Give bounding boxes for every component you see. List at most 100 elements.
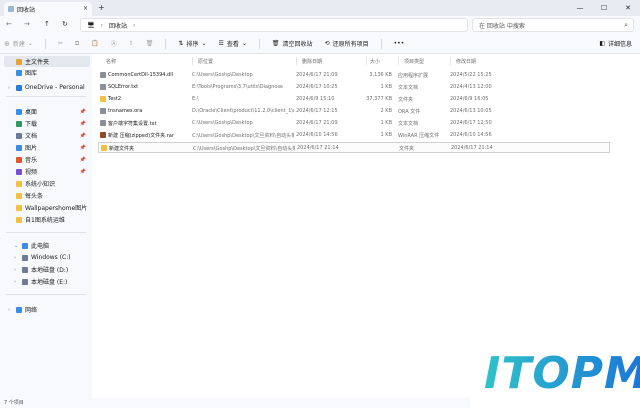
table-row[interactable]: tnsnames.ora D:\Oracle\Client\product\11.… <box>98 106 610 117</box>
copy-icon[interactable]: ⧉ <box>75 40 79 48</box>
breadcrumb-separator: › <box>100 21 104 29</box>
sidebar-item[interactable]: › OneDrive - Personal <box>4 82 90 93</box>
pin-icon[interactable]: 📌 <box>80 109 86 115</box>
column-divider[interactable] <box>450 57 451 65</box>
sidebar-item[interactable]: 音乐 📌 <box>4 154 90 165</box>
chevron-down-icon[interactable]: ⌄ <box>14 243 19 249</box>
column-divider[interactable] <box>192 57 193 65</box>
sidebar-item[interactable]: 下载 📌 <box>4 118 90 129</box>
view-button[interactable]: ☰ 查看 ⌄ <box>218 39 246 48</box>
column-header-item-type[interactable]: 项目类型 <box>404 58 424 65</box>
cut-icon[interactable]: ✂ <box>58 40 63 47</box>
sidebar-item[interactable]: 自1图系统运维 <box>4 214 90 225</box>
delete-icon[interactable]: 🗑 <box>146 40 154 47</box>
sidebar-item[interactable]: 视频 📌 <box>4 166 90 177</box>
pin-icon[interactable]: 📌 <box>80 121 86 127</box>
chevron-right-icon[interactable]: › <box>14 279 19 285</box>
sidebar-item[interactable]: 文档 📌 <box>4 130 90 141</box>
drive-icon <box>22 266 28 273</box>
navigation-pane: 主文件夹 图库 › OneDrive - Personal 桌面 📌 下载 📌 文档 📌 图片 📌 音乐… <box>0 54 92 398</box>
pin-icon[interactable]: 📌 <box>80 157 86 163</box>
share-icon[interactable]: ⇪ <box>129 40 134 47</box>
new-button[interactable]: ⊕ 新建 ⌄ <box>4 39 33 49</box>
column-header-date-deleted[interactable]: 删除日期 <box>302 58 322 65</box>
gallery-icon <box>16 69 22 76</box>
pc-icon: 🖥 <box>87 21 95 29</box>
toolbar-divider <box>258 38 260 49</box>
pin-icon[interactable]: 📌 <box>80 145 86 151</box>
sidebar-item[interactable]: Wallpapershome图片 <box>4 202 90 213</box>
recycle-bin-icon <box>8 6 14 12</box>
sidebar-item-label: 自1图系统运维 <box>25 217 65 224</box>
sidebar-item[interactable]: 主文件夹 <box>4 56 90 67</box>
sidebar-item[interactable]: 每头条 <box>4 190 90 201</box>
cell-size: 37,377 KB <box>366 96 392 102</box>
column-header-date-modified[interactable]: 修改日期 <box>456 58 476 65</box>
refresh-button[interactable]: ↻ <box>62 20 68 28</box>
sidebar-item[interactable]: 系统小知识 <box>4 178 90 189</box>
maximize-button[interactable]: ☐ <box>592 0 616 16</box>
search-input[interactable]: 在 回收站 中搜索 ⌕ <box>472 18 634 32</box>
close-button[interactable]: ✕ <box>616 0 640 16</box>
paste-icon[interactable]: 📋 <box>91 40 98 47</box>
toolbar-divider <box>165 38 167 49</box>
column-header-name[interactable]: 名称 <box>106 58 116 65</box>
table-row[interactable]: 新建 压缩(zipped)文件夹.rar C:\Users\Goshp\Deskt… <box>98 130 610 141</box>
breadcrumb-more[interactable]: › <box>133 22 135 29</box>
column-divider[interactable] <box>296 57 297 65</box>
tab-close-icon[interactable]: × <box>83 5 88 12</box>
restore-all-button[interactable]: ⟲ 还原所有项目 <box>325 39 369 48</box>
breadcrumb-item[interactable]: 回收站 <box>109 21 127 30</box>
chevron-right-icon[interactable]: › <box>14 255 19 261</box>
sidebar-item[interactable]: 图库 <box>4 67 90 78</box>
minimize-button[interactable]: — <box>568 0 592 16</box>
chevron-right-icon[interactable]: › <box>14 267 19 273</box>
column-divider[interactable] <box>366 57 367 65</box>
sidebar-item[interactable]: ⌄ 此电脑 <box>10 240 96 251</box>
new-tab-button[interactable]: + <box>98 3 105 12</box>
chevron-right-icon[interactable]: › <box>8 307 13 313</box>
sidebar-item[interactable]: › Windows (C:) <box>10 252 96 263</box>
drive-icon <box>22 278 28 285</box>
column-divider[interactable] <box>398 57 399 65</box>
chevron-down-icon: ⌄ <box>27 40 33 47</box>
cell-location: E:\Tools\Programs\3.7\utils\Diagnose <box>192 84 284 90</box>
rename-icon[interactable]: Ⓐ <box>111 39 117 48</box>
table-row[interactable]: SQLError.txt E:\Tools\Programs\3.7\utils\… <box>98 82 610 93</box>
tab-recycle-bin[interactable]: 回收站 × <box>4 2 92 16</box>
sidebar-item[interactable]: 图片 📌 <box>4 142 90 153</box>
more-options-button[interactable]: ••• <box>394 40 405 47</box>
sort-button[interactable]: ⇅ 排序 ⌄ <box>178 39 206 48</box>
chevron-right-icon[interactable]: › <box>8 85 13 91</box>
forward-button[interactable]: → <box>24 20 30 28</box>
cell-size: 1 KB <box>380 120 392 126</box>
cell-size: 1 KB <box>380 84 392 90</box>
cell-modified: 2024/5/22 15:25 <box>450 72 492 78</box>
up-button[interactable]: ↑ <box>44 20 50 28</box>
sidebar-item[interactable]: 桌面 📌 <box>4 106 90 117</box>
watermark-logo: ITOPM <box>470 330 640 408</box>
table-row[interactable]: 新建文件夹 C:\Users\Goshp\Desktop\文旦资料\自动头条\20… <box>98 142 610 153</box>
folder-icon <box>16 192 22 199</box>
cell-size: 3,136 KB <box>369 72 392 78</box>
pin-icon[interactable]: 📌 <box>80 133 86 139</box>
folder-icon <box>16 204 22 211</box>
table-row[interactable]: Test2 E:\ 2024/6/9 15:10 37,377 KB 文件夹 2024/6… <box>98 94 610 105</box>
breadcrumb[interactable]: 🖥 › 回收站 › <box>80 18 468 32</box>
sidebar-item[interactable]: › 本地磁盘 (E:) <box>10 276 96 287</box>
new-icon: ⊕ <box>4 39 10 48</box>
column-header-size[interactable]: 大小 <box>370 58 380 65</box>
table-row[interactable]: 客户端字符集设置.txt C:\Users\Goshp\Desktop 2024/6… <box>98 118 610 129</box>
sort-label: 排序 <box>186 41 199 48</box>
details-pane-button[interactable]: ◧ 详细信息 <box>599 39 632 48</box>
back-button[interactable]: ← <box>6 20 12 28</box>
column-header-original-location[interactable]: 原位置 <box>198 58 213 65</box>
sidebar-item[interactable]: › 网络 <box>4 304 90 315</box>
table-row[interactable]: CommonCertDll-15394.dll C:\Users\Goshp\De… <box>98 70 610 81</box>
view-label: 查看 <box>226 41 239 48</box>
empty-recycle-bin-button[interactable]: 🗑 清空回收站 <box>272 39 313 48</box>
sidebar-item[interactable]: › 本地磁盘 (D:) <box>10 264 96 275</box>
pin-icon[interactable]: 📌 <box>80 169 86 175</box>
cell-name: 新建文件夹 <box>109 146 135 152</box>
folder-icon <box>16 216 22 223</box>
